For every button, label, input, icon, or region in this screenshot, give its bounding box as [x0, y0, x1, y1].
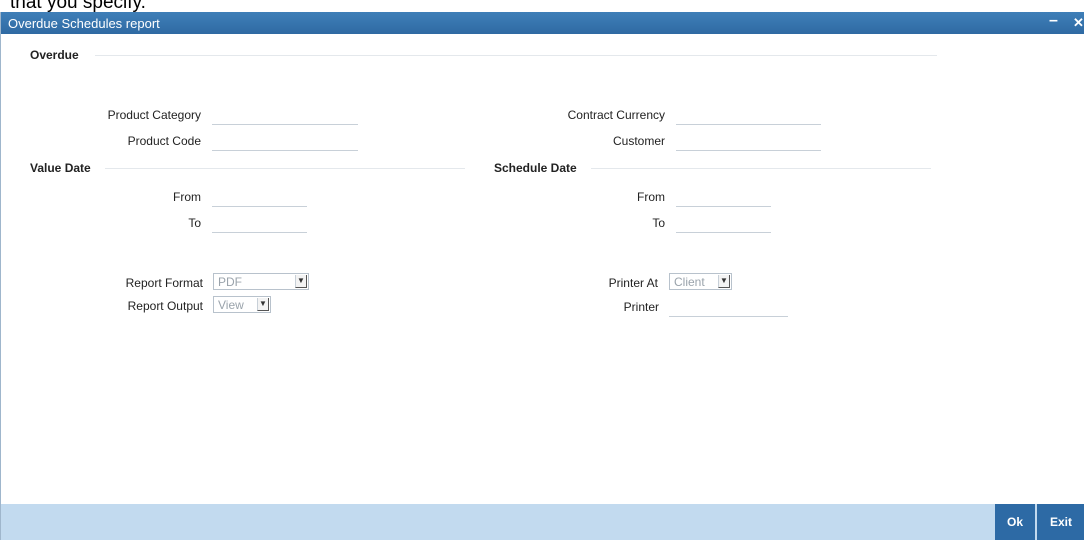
section-divider	[591, 168, 931, 169]
ok-button[interactable]: Ok	[995, 504, 1035, 540]
printer-field[interactable]	[669, 300, 788, 317]
close-icon[interactable]: ✕	[1073, 15, 1084, 31]
printer-at-select[interactable]: Client ▼	[669, 273, 732, 290]
printer-label: Printer	[623, 300, 659, 314]
product-category-field[interactable]	[212, 108, 358, 125]
customer-label: Customer	[612, 134, 665, 148]
chevron-down-icon[interactable]: ▼	[257, 298, 269, 311]
schedule-date-to-field[interactable]	[676, 216, 771, 233]
report-format-select[interactable]: PDF ▼	[213, 273, 309, 290]
contract-currency-label: Contract Currency	[567, 108, 665, 122]
report-output-label: Report Output	[127, 299, 203, 313]
value-date-to-field[interactable]	[212, 216, 307, 233]
report-output-select[interactable]: View ▼	[213, 296, 271, 313]
schedule-date-to-label: To	[652, 216, 665, 230]
schedule-date-from-field[interactable]	[676, 190, 771, 207]
page-caption-text: that you specify.	[10, 0, 146, 13]
overdue-schedules-window: Overdue Schedules report – ✕ Overdue Pro…	[0, 12, 1084, 540]
product-category-label: Product Category	[107, 108, 201, 122]
window-title: Overdue Schedules report	[8, 16, 160, 31]
chevron-down-icon[interactable]: ▼	[295, 275, 307, 288]
footer-bar: Ok Exit	[1, 504, 1084, 540]
printer-at-label: Printer At	[608, 276, 658, 290]
section-divider	[95, 55, 937, 56]
minimize-icon[interactable]: –	[1049, 12, 1058, 30]
value-date-to-label: To	[188, 216, 201, 230]
report-format-label: Report Format	[125, 276, 203, 290]
report-format-value: PDF	[218, 275, 242, 289]
value-date-from-field[interactable]	[212, 190, 307, 207]
exit-button[interactable]: Exit	[1037, 504, 1084, 540]
product-code-label: Product Code	[127, 134, 201, 148]
report-output-value: View	[218, 298, 244, 312]
value-date-from-label: From	[173, 190, 201, 204]
section-overdue: Overdue	[30, 48, 79, 62]
chevron-down-icon[interactable]: ▼	[718, 275, 730, 288]
product-code-field[interactable]	[212, 134, 358, 151]
title-bar: Overdue Schedules report – ✕	[1, 12, 1084, 34]
section-value-date: Value Date	[30, 161, 91, 175]
printer-at-value: Client	[674, 275, 705, 289]
schedule-date-from-label: From	[637, 190, 665, 204]
customer-field[interactable]	[676, 134, 821, 151]
section-schedule-date: Schedule Date	[494, 161, 577, 175]
section-divider	[105, 168, 465, 169]
contract-currency-field[interactable]	[676, 108, 821, 125]
